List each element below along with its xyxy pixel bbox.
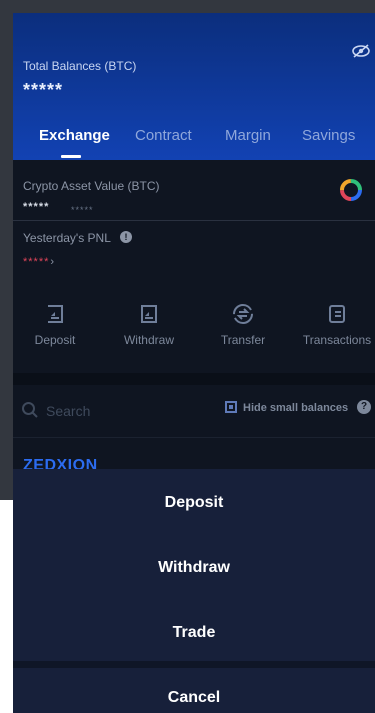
active-tab-indicator [61,155,81,158]
total-balances-value: ***** [23,80,64,100]
sheet-withdraw-button[interactable]: Withdraw [13,559,375,577]
section-divider [13,220,375,221]
deposit-action-label: Deposit [34,333,76,347]
withdraw-action-button[interactable]: Withdraw [109,303,189,347]
transfer-icon [233,304,253,324]
account-tabs: Exchange Contract Margin Savings [13,127,375,157]
tab-contract[interactable]: Contract [135,127,192,144]
sheet-deposit-button[interactable]: Deposit [13,494,375,512]
quick-actions: Deposit Withdraw Transfer Transactions [13,303,375,373]
crypto-asset-value: ***** [23,201,50,213]
search-icon [22,402,38,418]
asset-distribution-ring-icon[interactable] [338,177,364,203]
list-divider [13,437,375,438]
chevron-right-icon: › [50,256,56,268]
total-balances-title: Total Balances (BTC) [23,59,137,73]
pnl-info-icon[interactable]: ! [120,231,132,243]
transfer-action-button[interactable]: Transfer [203,303,283,347]
transfer-action-label: Transfer [220,333,266,347]
crypto-asset-subvalue: ***** [71,205,94,215]
search-input[interactable]: Search [46,403,90,419]
yesterday-pnl-title: Yesterday's PNL [23,231,111,245]
action-sheet: Deposit Withdraw Trade Cancel [13,469,375,713]
pnl-masked-value: ***** [23,256,50,268]
withdraw-icon [141,305,157,323]
transactions-icon [329,305,345,323]
help-icon[interactable]: ? [357,400,371,414]
crypto-asset-title: Crypto Asset Value (BTC) [23,179,160,193]
asset-search-row: Search Hide small balances ? [13,397,375,437]
yesterday-pnl-value[interactable]: *****› [23,256,55,268]
tab-savings[interactable]: Savings [302,127,355,144]
sheet-cancel-button[interactable]: Cancel [13,689,375,707]
hide-balance-eye-icon[interactable] [351,43,371,59]
deposit-action-button[interactable]: Deposit [15,303,95,347]
hide-small-balances-label[interactable]: Hide small balances [243,402,348,414]
sheet-trade-button[interactable]: Trade [13,624,375,642]
transactions-action-label: Transactions [302,333,372,347]
section-separator [13,373,375,385]
transactions-action-button[interactable]: Transactions [297,303,375,347]
deposit-icon [48,305,63,323]
tab-exchange[interactable]: Exchange [39,127,110,144]
sheet-cancel-separator [13,661,375,668]
hide-small-balances-checkbox[interactable] [225,401,237,413]
tab-margin[interactable]: Margin [225,127,271,144]
withdraw-action-label: Withdraw [123,333,174,347]
